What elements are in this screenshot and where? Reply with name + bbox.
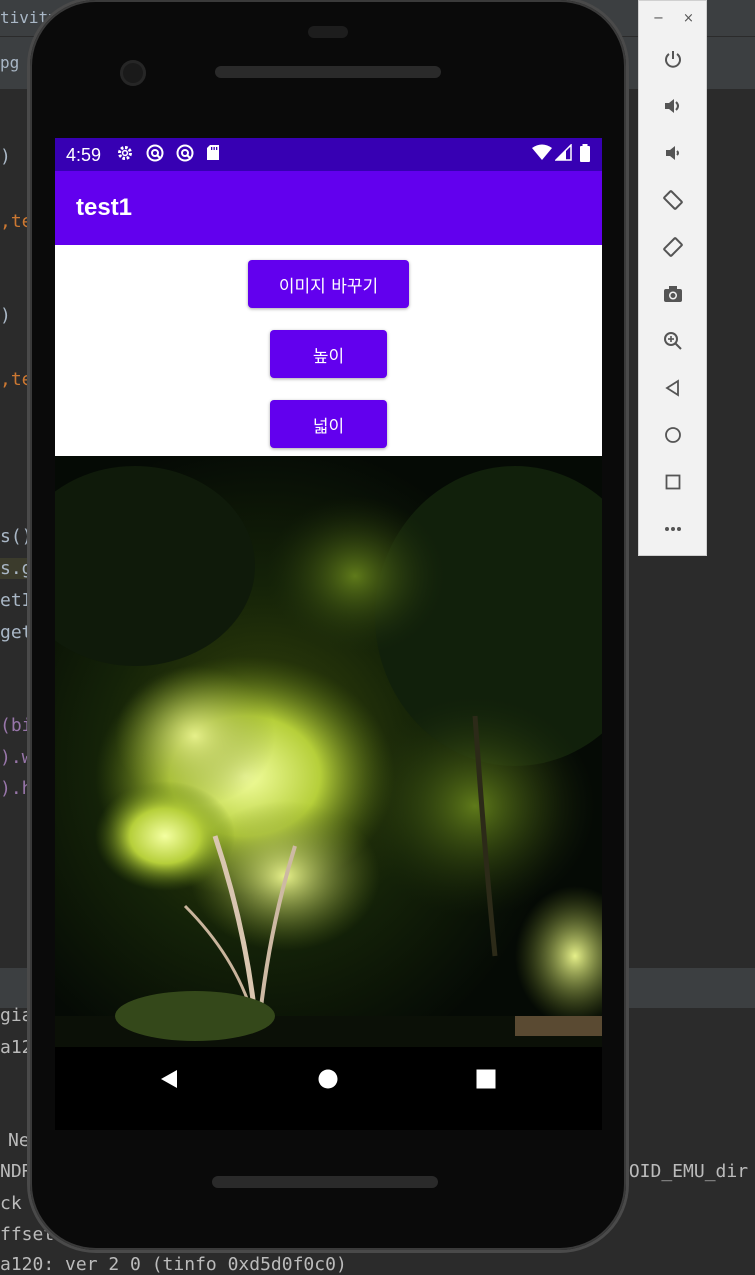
battery-icon	[579, 144, 591, 167]
power-icon[interactable]	[639, 39, 706, 79]
settings-icon	[116, 144, 134, 167]
log-line: a120: ver 2 0 (tinfo 0xd5d0f0c0)	[0, 1254, 347, 1275]
front-camera	[120, 60, 146, 86]
emulator-toolbar: − ×	[638, 0, 707, 556]
app-bar: test1	[55, 171, 602, 245]
height-button[interactable]: 높이	[270, 330, 387, 378]
camera-icon[interactable]	[639, 274, 706, 314]
signal-icon	[554, 143, 572, 166]
sync-icon	[146, 144, 164, 167]
app-title: test1	[76, 194, 133, 221]
rotate-left-icon[interactable]	[639, 180, 706, 220]
log-line: gia	[0, 1005, 33, 1026]
log-line: NDR	[0, 1161, 33, 1182]
phone-screen: 4:59 test1 이미지 바꾸기 높이 넓이	[55, 138, 602, 1130]
ide-tab-text[interactable]: pg	[0, 53, 19, 72]
rotate-right-icon[interactable]	[639, 227, 706, 267]
log-line: ck	[0, 1193, 22, 1214]
wifi-icon	[532, 144, 552, 165]
close-button[interactable]: ×	[683, 11, 694, 26]
code-line: )	[0, 146, 11, 167]
code-line: ,te	[0, 211, 33, 232]
tree-image	[55, 456, 602, 1047]
code-line: s()	[0, 526, 33, 547]
code-line: (bi	[0, 715, 33, 736]
minimize-button[interactable]: −	[653, 11, 664, 26]
change-image-button[interactable]: 이미지 바꾸기	[248, 260, 409, 308]
code-line: ,te	[0, 369, 33, 390]
navigation-bar	[55, 1047, 602, 1130]
earpiece-speaker	[215, 66, 441, 78]
volume-up-icon[interactable]	[639, 86, 706, 126]
home-icon[interactable]	[639, 415, 706, 455]
code-line: )	[0, 305, 11, 326]
sync-icon	[176, 144, 194, 167]
code-line: get	[0, 622, 33, 643]
log-line: ROID_EMU_dir	[618, 1161, 749, 1182]
status-bar: 4:59	[55, 138, 602, 171]
sd-card-icon	[206, 144, 220, 166]
phone-sensor	[308, 26, 348, 38]
nav-back-icon[interactable]	[159, 1069, 179, 1093]
status-time: 4:59	[66, 145, 102, 165]
nav-home-icon[interactable]	[318, 1069, 338, 1093]
button-area: 이미지 바꾸기 높이 넓이	[55, 245, 602, 456]
overview-icon[interactable]	[639, 462, 706, 502]
back-icon[interactable]	[639, 368, 706, 408]
code-line: ).h	[0, 778, 33, 799]
log-line: Ne	[8, 1130, 30, 1151]
width-button[interactable]: 넓이	[270, 400, 387, 448]
volume-down-icon[interactable]	[639, 133, 706, 173]
code-line: etI	[0, 590, 33, 611]
log-line: a12	[0, 1037, 33, 1058]
bottom-speaker	[212, 1176, 438, 1188]
nav-overview-icon[interactable]	[476, 1069, 496, 1093]
zoom-icon[interactable]	[639, 321, 706, 361]
code-line: ).w	[0, 747, 33, 768]
more-icon[interactable]	[639, 509, 706, 549]
